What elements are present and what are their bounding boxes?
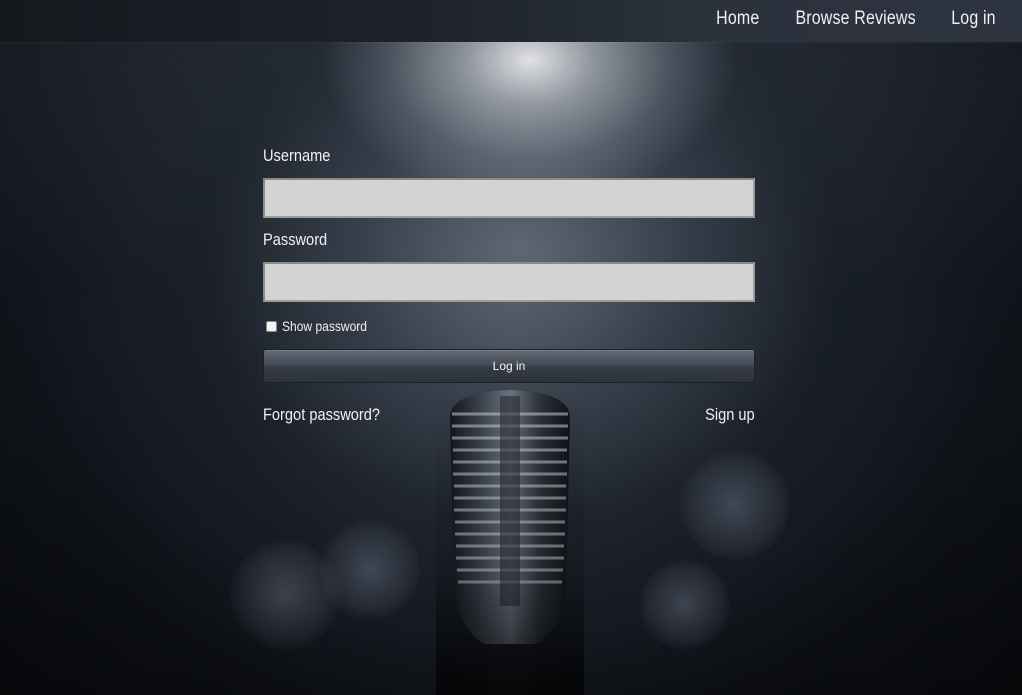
show-password-checkbox[interactable] bbox=[266, 320, 277, 332]
sign-up-link[interactable]: Sign up bbox=[705, 405, 755, 425]
bokeh-light bbox=[320, 520, 420, 620]
password-label: Password bbox=[263, 230, 328, 249]
username-input[interactable] bbox=[263, 178, 755, 218]
form-links-row: Forgot password? Sign up bbox=[263, 405, 755, 425]
password-input[interactable] bbox=[263, 262, 755, 302]
nav-link-log-in[interactable]: Log in bbox=[951, 8, 995, 30]
nav-links: Home Browse Reviews Log in bbox=[712, 0, 1000, 38]
login-form: Username Password Show password Log in F… bbox=[263, 140, 755, 425]
bokeh-light bbox=[680, 450, 790, 560]
microphone-image bbox=[436, 388, 584, 695]
top-navbar: Home Browse Reviews Log in bbox=[0, 0, 1022, 42]
nav-link-browse-reviews[interactable]: Browse Reviews bbox=[795, 8, 915, 30]
nav-link-home[interactable]: Home bbox=[716, 8, 759, 30]
log-in-button[interactable]: Log in bbox=[263, 349, 755, 383]
show-password-label[interactable]: Show password bbox=[282, 318, 367, 334]
forgot-password-link[interactable]: Forgot password? bbox=[263, 405, 380, 425]
username-label: Username bbox=[263, 146, 331, 165]
show-password-row: Show password bbox=[263, 317, 755, 335]
bokeh-light bbox=[640, 560, 730, 650]
